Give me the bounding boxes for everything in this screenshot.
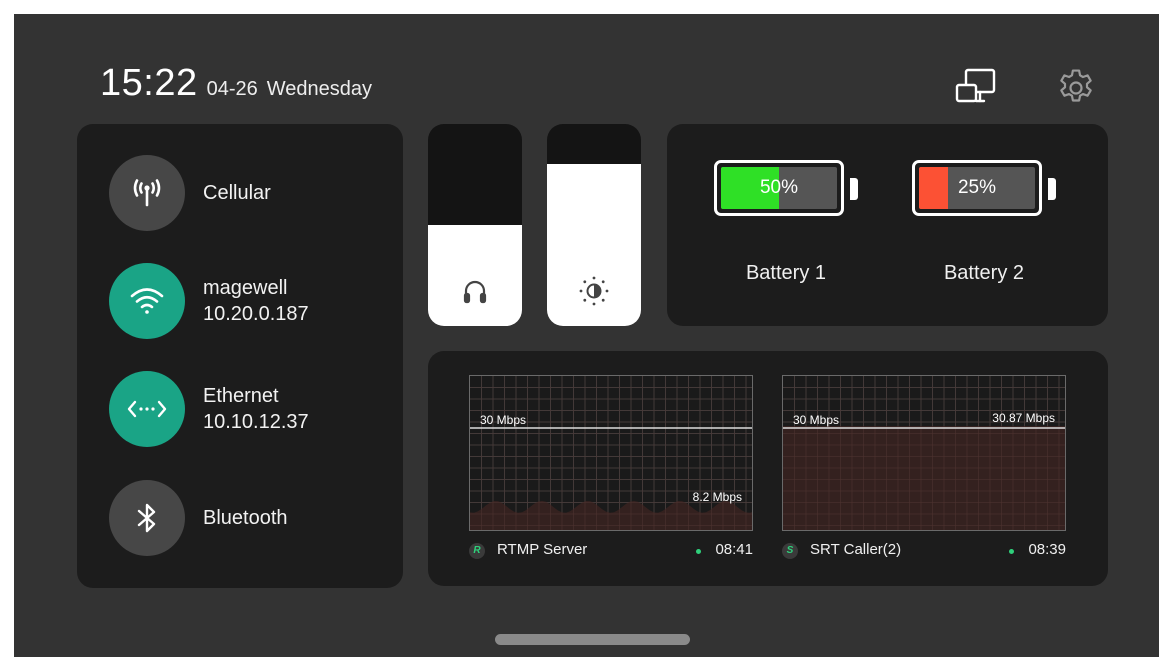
network-ip: 10.20.0.187 <box>203 303 309 325</box>
stream-row[interactable]: R RTMP Server 08:41 <box>469 541 753 563</box>
headphones-icon <box>457 273 493 309</box>
network-item-ethernet[interactable]: Ethernet 10.10.12.37 <box>109 370 389 448</box>
srt-badge-icon: S <box>782 543 798 559</box>
brightness-icon <box>576 273 612 309</box>
battery-label: Battery 1 <box>745 262 827 284</box>
battery-percent: 25% <box>957 177 997 198</box>
network-text: Ethernet 10.10.12.37 <box>203 383 309 435</box>
brightness-slider[interactable] <box>547 124 641 326</box>
wifi-icon <box>109 263 185 339</box>
graph-grid-overlay <box>470 376 752 530</box>
network-ip: 10.10.12.37 <box>203 411 309 433</box>
network-text: Cellular <box>203 180 271 206</box>
gear-icon[interactable] <box>1054 66 1098 110</box>
current-bitrate-label: 8.2 Mbps <box>692 490 742 504</box>
stream-duration: 08:39 <box>1028 541 1066 558</box>
stream-bitrate-graph: 30 Mbps 30.87 Mbps <box>782 375 1066 531</box>
status-dot-icon <box>696 549 701 554</box>
battery-terminal <box>1048 178 1056 200</box>
network-item-cellular[interactable]: Cellular <box>109 154 389 232</box>
volume-slider[interactable] <box>428 124 522 326</box>
stream-name: RTMP Server <box>497 541 588 558</box>
network-label: Ethernet <box>203 385 279 407</box>
network-item-bluetooth[interactable]: Bluetooth <box>109 479 389 557</box>
battery-icon: 50% <box>714 160 844 216</box>
battery-panel: 50% Battery 1 25% Battery 2 <box>667 124 1108 326</box>
battery-level-track: 25% <box>919 167 1035 209</box>
screen-cast-icon[interactable] <box>954 66 998 110</box>
battery-level-track: 50% <box>721 167 837 209</box>
control-center-screen: 15:22 04-26 Wednesday Cellular magewell … <box>14 14 1159 657</box>
network-label: Cellular <box>203 182 271 204</box>
bitrate-chart <box>783 376 1065 530</box>
network-label: Bluetooth <box>203 507 288 529</box>
battery-percent: 50% <box>759 177 799 198</box>
max-bitrate-label: 30 Mbps <box>480 413 527 427</box>
bitrate-area <box>470 500 752 530</box>
stream-row[interactable]: S SRT Caller(2) 08:39 <box>782 541 1066 563</box>
max-bitrate-label: 30 Mbps <box>793 413 840 427</box>
home-indicator[interactable] <box>495 634 690 645</box>
streams-panel: 30 Mbps 8.2 Mbps R RTMP Server 08:41 30 … <box>428 351 1108 586</box>
stream-name: SRT Caller(2) <box>810 541 902 558</box>
stream-duration: 08:41 <box>715 541 753 558</box>
bitrate-area <box>783 426 1065 530</box>
cellular-antenna-icon <box>109 155 185 231</box>
network-text: magewell 10.20.0.187 <box>203 275 309 327</box>
network-panel: Cellular magewell 10.20.0.187 Ethernet 1… <box>77 124 403 588</box>
status-header: 15:22 04-26 Wednesday <box>100 62 372 105</box>
battery-icon: 25% <box>912 160 1042 216</box>
rtmp-badge-icon: R <box>469 543 485 559</box>
clock-time: 15:22 <box>100 62 198 104</box>
bitrate-chart <box>470 376 752 530</box>
network-label: magewell <box>203 277 288 299</box>
battery-terminal <box>850 178 858 200</box>
battery-label: Battery 2 <box>943 262 1025 284</box>
status-dot-icon <box>1009 549 1014 554</box>
bluetooth-icon <box>109 480 185 556</box>
stream-bitrate-graph: 30 Mbps 8.2 Mbps <box>469 375 753 531</box>
current-bitrate-label: 30.87 Mbps <box>992 411 1055 425</box>
weekday-label: Wednesday <box>266 78 373 100</box>
network-text: Bluetooth <box>203 505 288 531</box>
network-item-wifi[interactable]: magewell 10.20.0.187 <box>109 262 389 340</box>
ethernet-icon <box>109 371 185 447</box>
date-label: 04-26 <box>206 78 258 100</box>
